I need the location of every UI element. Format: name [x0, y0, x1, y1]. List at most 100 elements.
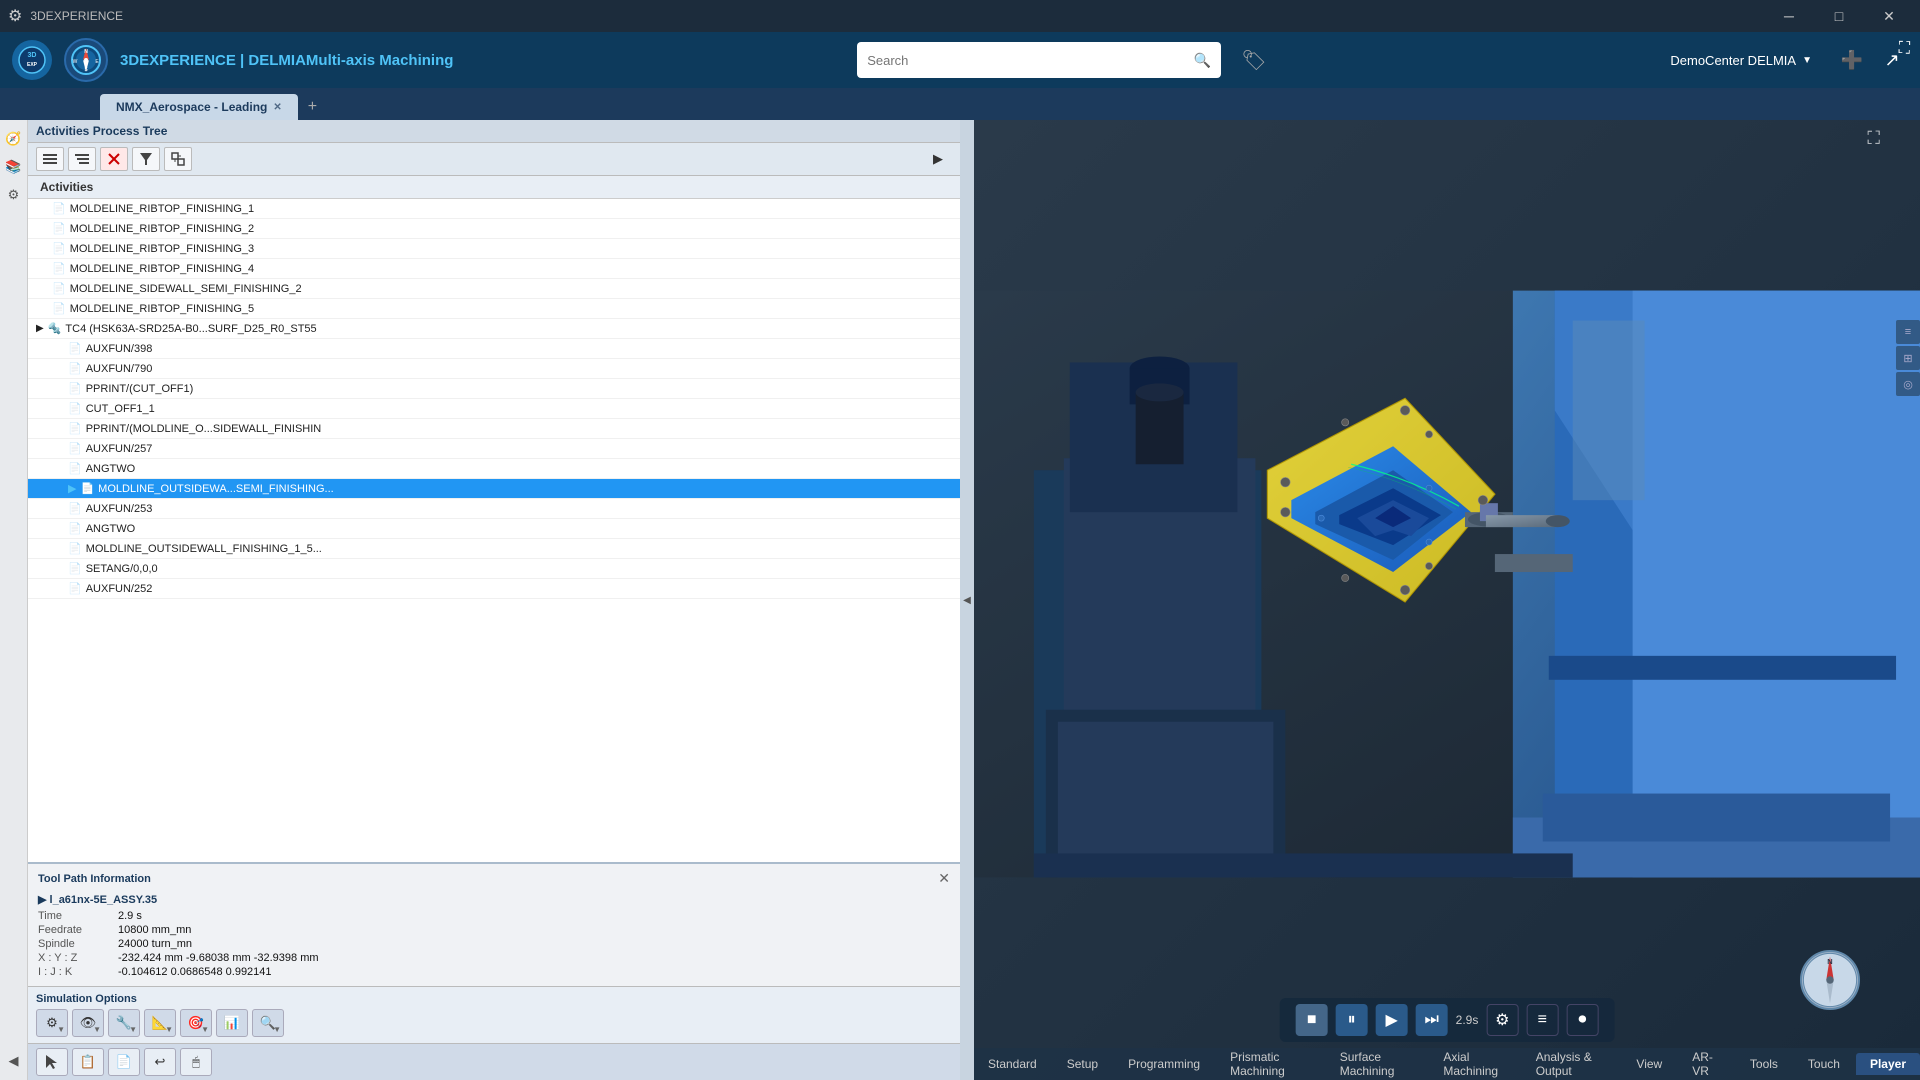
paste-btn[interactable]: 📄	[108, 1048, 140, 1076]
svg-text:EXP: EXP	[27, 62, 38, 68]
left-icon-settings[interactable]: ⚙	[3, 184, 25, 206]
left-icon-arrow[interactable]: ◀	[3, 1050, 25, 1072]
tree-item[interactable]: 📄ANGTWO	[28, 459, 960, 479]
vp-tab-view[interactable]: View	[1622, 1053, 1676, 1075]
left-icon-compass[interactable]: 🧭	[3, 128, 25, 150]
vp-tab-standard[interactable]: Standard	[974, 1053, 1051, 1075]
sim-settings[interactable]: ⚙▼	[36, 1009, 68, 1037]
tree-item[interactable]: 📄PPRINT/(CUT_OFF1)	[28, 379, 960, 399]
brand-delmia: DELMIA	[248, 52, 306, 69]
tree-item[interactable]: 📄AUXFUN/252	[28, 579, 960, 599]
vp-tab-tools[interactable]: Tools	[1736, 1053, 1792, 1075]
left-icon-layers[interactable]: 📚	[3, 156, 25, 178]
undo-btn[interactable]: ↩	[144, 1048, 176, 1076]
sim-measure[interactable]: 📐▼	[144, 1009, 176, 1037]
search-input[interactable]	[867, 53, 1186, 68]
toolbar-btn-next[interactable]: ▶	[924, 147, 952, 171]
search-bar[interactable]: 🔍	[857, 42, 1221, 78]
pause-button[interactable]: ⏸	[1336, 1004, 1368, 1036]
copy-btn[interactable]: 📋	[72, 1048, 104, 1076]
tree-item[interactable]: 📄AUXFUN/398	[28, 339, 960, 359]
select-btn[interactable]	[36, 1048, 68, 1076]
tree-item[interactable]: 📄SETANG/0,0,0	[28, 559, 960, 579]
tree-item[interactable]: 📄MOLDELINE_RIBTOP_FINISHING_3	[28, 239, 960, 259]
tree-item[interactable]: ▶🔩TC4 (HSK63A-SRD25A-B0...SURF_D25_R0_ST…	[28, 319, 960, 339]
toolpath-close-button[interactable]: ✕	[938, 870, 950, 887]
sim-analyze[interactable]: 🔍▼	[252, 1009, 284, 1037]
toolbar-btn-1[interactable]	[36, 147, 64, 171]
tree-item[interactable]: 📄MOLDLINE_OUTSIDEWALL_FINISHING_1_5...	[28, 539, 960, 559]
edge-icon-1[interactable]: ≡	[1896, 320, 1920, 344]
tab-bar: NMX_Aerospace - Leading ✕ +	[0, 88, 1920, 120]
maximize-button[interactable]: □	[1816, 0, 1862, 32]
dropdown-arrow-icon: ▼	[129, 1025, 137, 1034]
edge-icon-3[interactable]: ◎	[1896, 372, 1920, 396]
playback-time: 2.9s	[1456, 1013, 1479, 1027]
vp-tab-surface[interactable]: Surface Machining	[1326, 1046, 1428, 1080]
expand-icon[interactable]: ⛶	[1899, 40, 1910, 58]
list-button[interactable]: ≡	[1526, 1004, 1558, 1036]
user-dropdown-icon[interactable]: ▼	[1802, 55, 1812, 66]
minimize-button[interactable]: ─	[1766, 0, 1812, 32]
titlebar-left: ⚙ 3DEXPERIENCE	[8, 6, 123, 26]
tree-item[interactable]: 📄PPRINT/(MOLDLINE_O...SIDEWALL_FINISHIN	[28, 419, 960, 439]
edge-icon-2[interactable]: ⊞	[1896, 346, 1920, 370]
tp-row: I : J : K-0.104612 0.0686548 0.992141	[38, 966, 950, 978]
vp-tab-axial[interactable]: Axial Machining	[1429, 1046, 1519, 1080]
dropdown-arrow-icon: ▼	[165, 1025, 173, 1034]
close-button[interactable]: ✕	[1866, 0, 1912, 32]
vp-tab-programming[interactable]: Programming	[1114, 1053, 1214, 1075]
search-icon: 🔍	[1194, 52, 1211, 69]
active-tab[interactable]: NMX_Aerospace - Leading ✕	[100, 94, 298, 120]
viewport[interactable]: N ≡ ⊞ ◎ ⛶ StandardSetupProgrammingPrisma…	[974, 120, 1920, 1080]
sim-view[interactable]: 👁▼	[72, 1009, 104, 1037]
add-tab-button[interactable]: ➕	[1836, 44, 1868, 76]
mode-btn[interactable]: 🖱	[180, 1048, 212, 1076]
toolbar-btn-2[interactable]	[68, 147, 96, 171]
tree-item[interactable]: 📄MOLDELINE_RIBTOP_FINISHING_2	[28, 219, 960, 239]
compass-widget[interactable]: N	[1800, 950, 1860, 1010]
dropdown-arrow-icon: ▼	[93, 1025, 101, 1034]
skip-button[interactable]: ⏭	[1416, 1004, 1448, 1036]
titlebar: ⚙ 3DEXPERIENCE ─ □ ✕	[0, 0, 1920, 32]
vp-tab-setup[interactable]: Setup	[1053, 1053, 1112, 1075]
tree-item[interactable]: 📄MOLDELINE_RIBTOP_FINISHING_5	[28, 299, 960, 319]
tab-close-icon[interactable]: ✕	[273, 102, 281, 113]
panel-collapse-button[interactable]: ◀	[960, 120, 974, 1080]
add-tab-icon[interactable]: +	[300, 94, 325, 120]
vp-tab-player[interactable]: Player	[1856, 1053, 1920, 1075]
sim-chart[interactable]: 📊	[216, 1009, 248, 1037]
tp-value: -0.104612 0.0686548 0.992141	[118, 966, 272, 978]
sim-target[interactable]: 🎯▼	[180, 1009, 212, 1037]
vp-tab-ar_vr[interactable]: AR-VR	[1678, 1046, 1734, 1080]
toolbar-btn-filter[interactable]	[132, 147, 160, 171]
record-button[interactable]: ⏺	[1566, 1004, 1598, 1036]
playback-controls: ■ ⏸ ▶ ⏭ 2.9s ⚙ ≡ ⏺	[1280, 998, 1615, 1042]
tree-item[interactable]: 📄AUXFUN/790	[28, 359, 960, 379]
stop-button[interactable]: ■	[1296, 1004, 1328, 1036]
sim-tool[interactable]: 🔧▼	[108, 1009, 140, 1037]
app-header: 3D EXP N W E S 3DEXPERIENCE | DELMIAMult…	[0, 32, 1920, 88]
compass-icon[interactable]: N W E S	[64, 38, 108, 82]
tree-item[interactable]: ▶📄MOLDLINE_OUTSIDEWA...SEMI_FINISHING...	[28, 479, 960, 499]
tree-item[interactable]: 📄AUXFUN/253	[28, 499, 960, 519]
tree-item[interactable]: 📄AUXFUN/257	[28, 439, 960, 459]
toolbar-btn-expand[interactable]	[164, 147, 192, 171]
panel-toolbar: ▶	[28, 143, 960, 176]
panel-header: Activities Process Tree	[28, 120, 960, 143]
tree-item[interactable]: 📄ANGTWO	[28, 519, 960, 539]
tree-item[interactable]: 📄MOLDELINE_SIDEWALL_SEMI_FINISHING_2	[28, 279, 960, 299]
tree-item[interactable]: 📄MOLDELINE_RIBTOP_FINISHING_4	[28, 259, 960, 279]
play-button[interactable]: ▶	[1376, 1004, 1408, 1036]
tree-item[interactable]: 📄MOLDELINE_RIBTOP_FINISHING_1	[28, 199, 960, 219]
settings-playback-button[interactable]: ⚙	[1486, 1004, 1518, 1036]
vp-tab-analysis[interactable]: Analysis & Output	[1522, 1046, 1621, 1080]
toolbar-btn-delete[interactable]	[100, 147, 128, 171]
tree-container[interactable]: 📄MOLDELINE_RIBTOP_FINISHING_1📄MOLDELINE_…	[28, 199, 960, 862]
sim-options: Simulation Options ⚙▼👁▼🔧▼📐▼🎯▼📊🔍▼	[28, 986, 960, 1043]
bookmark-icon[interactable]: 🏷	[1241, 48, 1266, 73]
viewport-expand-icon[interactable]: ⛶	[1867, 128, 1880, 149]
vp-tab-touch[interactable]: Touch	[1794, 1053, 1854, 1075]
vp-tab-prismatic[interactable]: Prismatic Machining	[1216, 1046, 1324, 1080]
tree-item[interactable]: 📄CUT_OFF1_1	[28, 399, 960, 419]
